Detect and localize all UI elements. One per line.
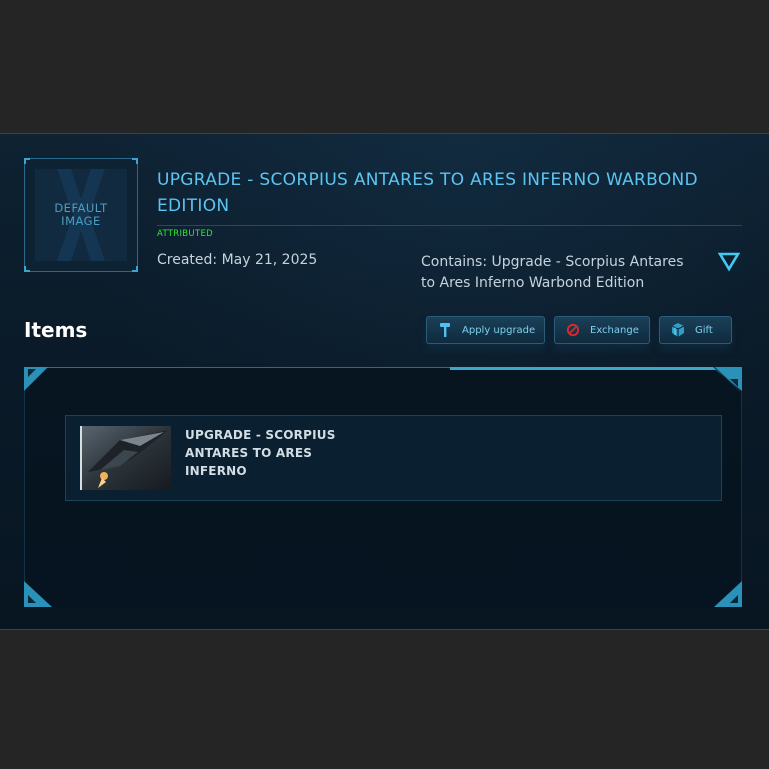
list-item[interactable]: UPGRADE - SCORPIUS ANTARES TO ARES INFER… bbox=[65, 415, 722, 501]
title-divider bbox=[157, 225, 742, 226]
expand-toggle[interactable] bbox=[717, 252, 741, 272]
status-badge: ATTRIBUTED bbox=[157, 229, 213, 239]
no-entry-icon bbox=[564, 321, 582, 339]
frame-corner-icon bbox=[24, 367, 48, 391]
pledge-title: UPGRADE - SCORPIUS ANTARES TO ARES INFER… bbox=[157, 170, 698, 216]
gift-box-icon bbox=[669, 321, 687, 339]
corner-marker bbox=[24, 158, 30, 164]
spaceship-icon bbox=[80, 426, 171, 490]
gift-label: Gift bbox=[695, 324, 713, 336]
default-image-placeholder: DEFAULT IMAGE bbox=[35, 169, 127, 261]
apply-upgrade-label: Apply upgrade bbox=[462, 324, 536, 336]
items-heading: Items bbox=[24, 318, 88, 342]
contains-text: Contains: Upgrade - Scorpius Antares to … bbox=[421, 254, 684, 291]
chevron-down-icon bbox=[717, 252, 741, 272]
hammer-icon bbox=[436, 321, 454, 339]
ship-image bbox=[80, 426, 171, 490]
created-date: Created: May 21, 2025 bbox=[157, 252, 318, 268]
pledge-thumbnail: DEFAULT IMAGE bbox=[24, 158, 138, 272]
corner-marker bbox=[24, 266, 30, 272]
frame-corner-icon bbox=[712, 367, 742, 392]
item-name: UPGRADE - SCORPIUS ANTARES TO ARES INFER… bbox=[185, 428, 336, 478]
frame-corner-icon bbox=[714, 581, 742, 607]
container-right-border bbox=[741, 367, 742, 607]
exchange-button[interactable]: Exchange bbox=[554, 316, 650, 344]
corner-marker bbox=[132, 266, 138, 272]
thumbnail-label: DEFAULT IMAGE bbox=[54, 201, 108, 228]
pledge-panel: DEFAULT IMAGE UPGRADE - SCORPIUS ANTARES… bbox=[0, 133, 769, 630]
exchange-label: Exchange bbox=[590, 324, 639, 336]
frame-corner-icon bbox=[24, 581, 52, 607]
items-container: UPGRADE - SCORPIUS ANTARES TO ARES INFER… bbox=[24, 367, 742, 607]
corner-marker bbox=[132, 158, 138, 164]
container-left-border bbox=[24, 367, 25, 607]
apply-upgrade-button[interactable]: Apply upgrade bbox=[426, 316, 545, 344]
container-top-accent bbox=[450, 367, 742, 370]
gift-button[interactable]: Gift bbox=[659, 316, 732, 344]
